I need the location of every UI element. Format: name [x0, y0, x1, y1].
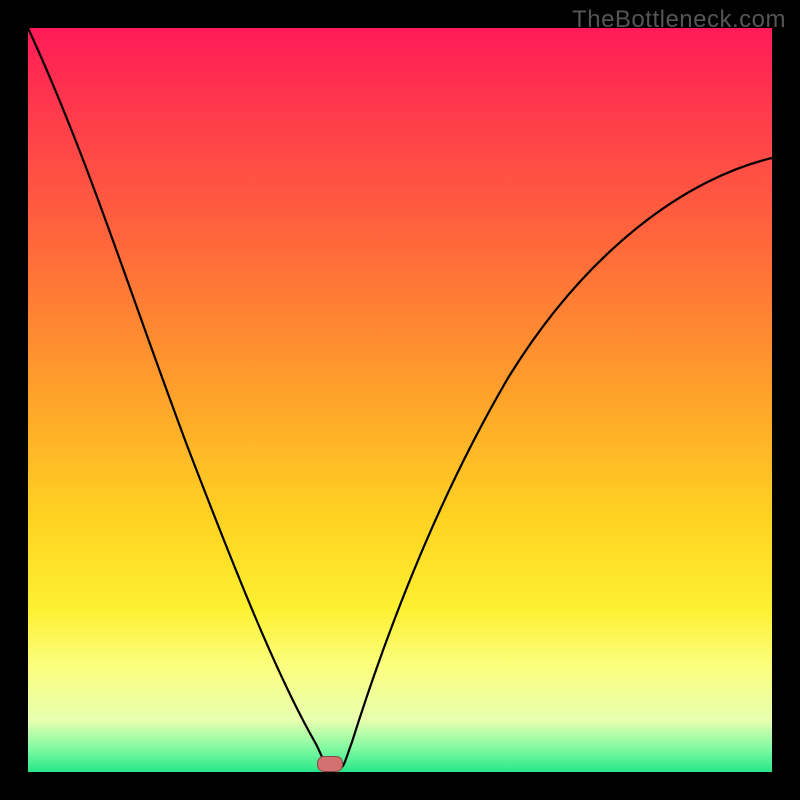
bottleneck-curve — [28, 28, 772, 768]
curve-svg — [28, 28, 772, 772]
chart-container: TheBottleneck.com — [0, 0, 800, 800]
watermark-text: TheBottleneck.com — [572, 6, 786, 34]
plot-area — [28, 28, 772, 772]
notch-marker — [317, 756, 343, 772]
